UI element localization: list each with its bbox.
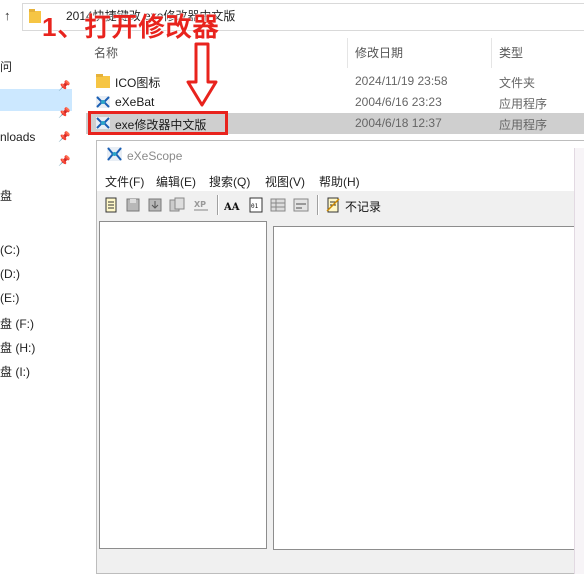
detail-pane[interactable] bbox=[273, 226, 584, 550]
toolbar-separator bbox=[317, 195, 319, 215]
annotation-label: 1、打开修改器 bbox=[42, 12, 220, 42]
title-bar[interactable]: eXeScope bbox=[97, 141, 584, 169]
menu-search[interactable]: 搜索(Q) bbox=[209, 173, 250, 190]
svg-text:01: 01 bbox=[251, 203, 259, 210]
column-divider[interactable] bbox=[491, 38, 492, 68]
pin-icon: 📌 bbox=[58, 156, 71, 167]
exe-icon bbox=[96, 96, 110, 108]
folder-icon bbox=[29, 9, 41, 23]
binary-view-icon[interactable]: 01 bbox=[248, 197, 264, 213]
column-header-type[interactable]: 类型 bbox=[499, 44, 523, 61]
menu-bar: 文件(F) 编辑(E) 搜索(Q) 视图(V) 帮助(H) bbox=[97, 169, 584, 191]
toolbar-separator bbox=[217, 195, 219, 215]
file-date: 2004/6/16 23:23 bbox=[355, 95, 442, 109]
toolbar: XP AA 01 不记录 bbox=[97, 191, 584, 219]
no-record-icon[interactable] bbox=[325, 197, 341, 213]
up-arrow-icon[interactable]: ↑ bbox=[4, 8, 11, 23]
background-window-edge bbox=[574, 148, 584, 574]
menu-help[interactable]: 帮助(H) bbox=[319, 173, 360, 190]
nav-item-drive-c[interactable]: (C:) bbox=[0, 243, 20, 257]
file-date: 2004/6/18 12:37 bbox=[355, 116, 442, 130]
menu-file[interactable]: 文件(F) bbox=[105, 173, 144, 190]
font-icon[interactable]: AA bbox=[224, 197, 240, 213]
file-name: eXeBat bbox=[115, 95, 155, 109]
exescope-app-icon bbox=[107, 147, 122, 161]
column-header-name[interactable]: 名称 bbox=[94, 44, 118, 61]
folder-icon bbox=[96, 74, 110, 88]
open-file-icon[interactable] bbox=[103, 197, 119, 213]
xp-style-icon[interactable]: XP bbox=[193, 197, 209, 213]
file-type: 应用程序 bbox=[499, 97, 548, 111]
grid-view-icon[interactable] bbox=[270, 197, 286, 213]
menu-edit[interactable]: 编辑(E) bbox=[156, 173, 196, 190]
file-name: ICO图标 bbox=[115, 76, 161, 90]
annotation-highlight-box bbox=[88, 111, 228, 135]
svg-text:XP: XP bbox=[194, 200, 206, 209]
window-title: eXeScope bbox=[127, 149, 183, 163]
save-icon[interactable] bbox=[125, 197, 141, 213]
file-type: 文件夹 bbox=[499, 76, 536, 90]
nav-item-drive-i[interactable]: 盘 (I:) bbox=[0, 363, 30, 380]
nav-item-drive-d[interactable]: (D:) bbox=[0, 267, 20, 281]
exescope-window[interactable]: eXeScope 文件(F) 编辑(E) 搜索(Q) 视图(V) 帮助(H) X… bbox=[96, 140, 584, 574]
export-icon[interactable] bbox=[147, 197, 163, 213]
dialog-view-icon[interactable] bbox=[293, 197, 309, 213]
nav-item-drive-f[interactable]: 盘 (F:) bbox=[0, 315, 34, 332]
nav-item-drive-e[interactable]: (E:) bbox=[0, 291, 19, 305]
menu-view[interactable]: 视图(V) bbox=[265, 173, 305, 190]
svg-text:AA: AA bbox=[224, 202, 240, 213]
file-row[interactable]: eXeBat 2004/6/16 23:23 应用程序 bbox=[86, 92, 584, 113]
file-date: 2024/11/19 23:58 bbox=[355, 74, 448, 88]
nav-item-downloads[interactable]: nloads bbox=[0, 130, 35, 144]
import-icon[interactable] bbox=[169, 197, 185, 213]
nav-item-drive-h[interactable]: 盘 (H:) bbox=[0, 339, 35, 356]
pin-icon: 📌 bbox=[58, 108, 71, 119]
column-divider[interactable] bbox=[347, 38, 348, 68]
navigation-pane: 问 📌 📌 nloads 📌 📌 盘 (C:) (D:) (E:) 盘 (F:)… bbox=[0, 36, 74, 574]
pin-icon: 📌 bbox=[58, 81, 71, 92]
column-header-date[interactable]: 修改日期 bbox=[355, 44, 403, 61]
file-type: 应用程序 bbox=[499, 118, 548, 132]
file-row[interactable]: ICO图标 2024/11/19 23:58 文件夹 bbox=[86, 71, 584, 92]
no-record-label[interactable]: 不记录 bbox=[345, 198, 381, 215]
nav-item[interactable]: 问 bbox=[0, 58, 12, 75]
annotation-down-arrow-icon bbox=[186, 42, 218, 107]
nav-item-this-pc[interactable]: 盘 bbox=[0, 187, 12, 204]
pin-icon: 📌 bbox=[58, 132, 71, 143]
resource-tree-pane[interactable] bbox=[99, 221, 267, 549]
